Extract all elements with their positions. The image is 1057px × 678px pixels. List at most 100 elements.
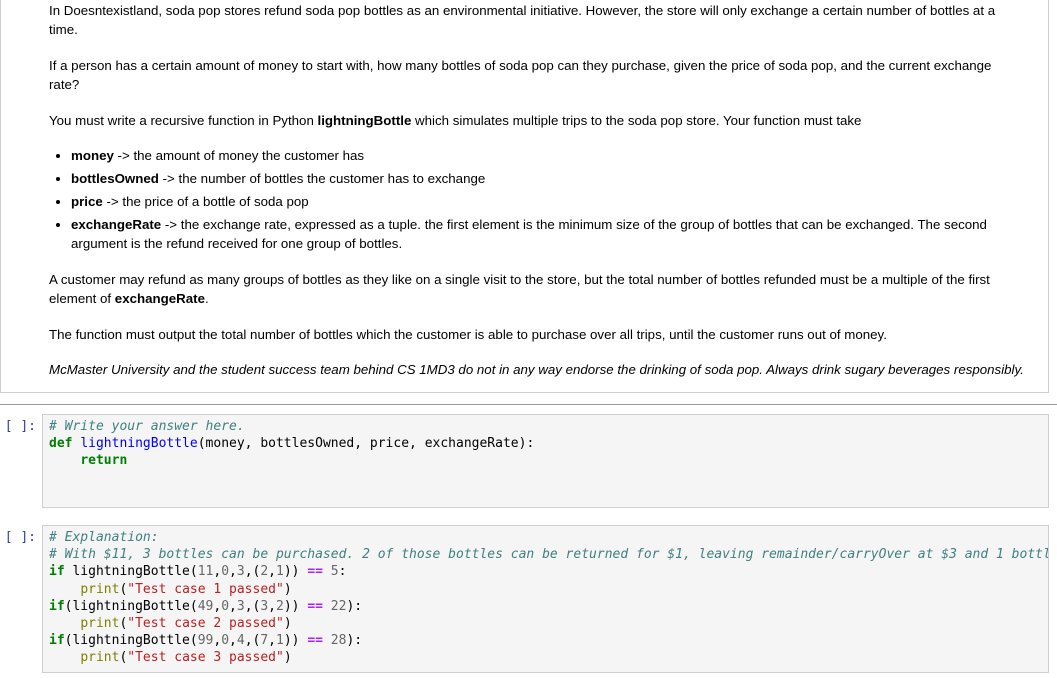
code-token-number: 2 bbox=[260, 564, 269, 580]
code-token-number: 11 bbox=[197, 564, 214, 580]
cell-divider bbox=[0, 404, 1057, 405]
code-token-keyword: def bbox=[49, 436, 73, 452]
code-token-plain: , bbox=[268, 598, 276, 614]
param-desc-price: -> the price of a bottle of soda pop bbox=[102, 194, 309, 210]
param-name-price: price bbox=[71, 194, 103, 210]
function-requirement-suffix: which simulates multiple trips to the so… bbox=[411, 112, 862, 128]
param-desc-bottlesowned: -> the number of bottles the customer ha… bbox=[158, 171, 486, 187]
code-token-builtin: print bbox=[80, 650, 120, 666]
code-token-comment: # Explanation: bbox=[49, 530, 159, 545]
code-token-plain: , bbox=[229, 598, 237, 614]
refund-rule-code-exchangerate: exchangeRate bbox=[114, 290, 205, 306]
parameter-list: money -> the amount of money the custome… bbox=[49, 147, 1040, 253]
list-item: money -> the amount of money the custome… bbox=[71, 147, 1040, 166]
list-item: exchangeRate -> the exchange rate, expre… bbox=[71, 216, 1040, 254]
code-token-builtin: print bbox=[80, 581, 120, 597]
param-name-bottlesowned: bottlesOwned bbox=[71, 171, 159, 187]
code-token-plain: ,( bbox=[244, 633, 261, 649]
param-name-money: money bbox=[71, 148, 114, 164]
code-token-number: 3 bbox=[236, 598, 245, 614]
code-token-plain: , bbox=[268, 633, 276, 649]
code-token-string: "Test case 2 passed" bbox=[127, 616, 284, 632]
execution-count-prompt: [ ]: bbox=[4, 419, 36, 434]
code-token-plain: ,( bbox=[244, 598, 261, 614]
code-token-number: 4 bbox=[236, 633, 245, 649]
code-editor-area[interactable]: # Write your answer here. def lightningB… bbox=[42, 414, 1049, 508]
code-token-plain: ): bbox=[346, 633, 363, 649]
refund-rule-suffix: . bbox=[204, 290, 209, 306]
code-token-number: 3 bbox=[236, 564, 245, 580]
code-token-number: 7 bbox=[260, 633, 269, 649]
code-token-plain: )) bbox=[283, 598, 308, 614]
intro-paragraph-1: In Doesntexistland, soda pop stores refu… bbox=[49, 3, 996, 37]
code-token-number: 22 bbox=[330, 598, 347, 614]
code-cell-answer[interactable]: [ ]: # Write your answer here. def light… bbox=[0, 414, 1057, 508]
code-cell-tests[interactable]: [ ]: # Explanation: # With $11, 3 bottle… bbox=[0, 525, 1057, 673]
code-token-keyword: if bbox=[49, 598, 65, 614]
code-token-plain: ) bbox=[283, 616, 292, 632]
code-token-comment: # Write your answer here. bbox=[49, 419, 245, 434]
code-source[interactable]: # Write your answer here. def lightningB… bbox=[49, 418, 1044, 470]
jupyter-notebook-page: In Doesntexistland, soda pop stores refu… bbox=[0, 0, 1057, 678]
code-token-number: 2 bbox=[276, 598, 284, 614]
code-token-keyword: if bbox=[49, 564, 65, 580]
code-token-number: 0 bbox=[221, 564, 230, 580]
code-token-number: 3 bbox=[260, 598, 269, 614]
markdown-cell-body: In Doesntexistland, soda pop stores refu… bbox=[1, 2, 1048, 380]
disclaimer-paragraph: McMaster University and the student succ… bbox=[49, 362, 1024, 378]
param-name-exchangerate: exchangeRate bbox=[71, 217, 162, 232]
code-token-builtin: print bbox=[80, 616, 120, 632]
code-token-func: lightningBottle bbox=[80, 436, 198, 452]
code-token-plain: (money, bottlesOwned, price, exchangeRat… bbox=[197, 436, 535, 452]
code-token-number: 1 bbox=[276, 564, 284, 580]
function-requirement-paragraph: You must write a recursive function in P… bbox=[49, 112, 1024, 131]
code-token-operator: == bbox=[307, 564, 323, 580]
code-token-plain: : bbox=[338, 564, 347, 580]
function-name-lightningbottle: lightningBottle bbox=[317, 112, 412, 128]
code-token-string: "Test case 3 passed" bbox=[127, 650, 284, 666]
code-token-plain: lightningBottle( bbox=[64, 564, 198, 580]
code-token-number: 0 bbox=[221, 598, 230, 614]
code-token-plain: ,( bbox=[244, 564, 261, 580]
code-token-plain: )) bbox=[283, 633, 308, 649]
list-item: bottlesOwned -> the number of bottles th… bbox=[71, 170, 1040, 189]
code-token-plain: (lightningBottle( bbox=[64, 598, 198, 614]
function-requirement-prefix: You must write a recursive function in P… bbox=[49, 112, 318, 128]
code-editor-area[interactable]: # Explanation: # With $11, 3 bottles can… bbox=[42, 525, 1049, 673]
param-desc-money: -> the amount of money the customer has bbox=[113, 148, 365, 164]
code-token-plain: ): bbox=[346, 598, 363, 614]
code-source[interactable]: # Explanation: # With $11, 3 bottles can… bbox=[49, 529, 1048, 667]
code-token-plain: )) bbox=[283, 564, 308, 580]
code-token-number: 1 bbox=[276, 633, 284, 649]
output-requirement-paragraph: The function must output the total numbe… bbox=[49, 326, 887, 342]
markdown-cell[interactable]: In Doesntexistland, soda pop stores refu… bbox=[0, 0, 1049, 394]
code-token-number: 99 bbox=[197, 633, 214, 649]
list-item: price -> the price of a bottle of soda p… bbox=[71, 193, 1040, 212]
code-token-string: "Test case 1 passed" bbox=[127, 581, 284, 597]
param-desc-exchangerate: -> the exchange rate, expressed as a tup… bbox=[71, 217, 987, 251]
code-token-plain: ) bbox=[283, 581, 292, 597]
refund-rule-paragraph: A customer may refund as many groups of … bbox=[49, 271, 1024, 309]
code-token-keyword: if bbox=[49, 633, 65, 649]
code-token-comment: # With $11, 3 bottles can be purchased. … bbox=[49, 547, 1049, 563]
code-token-operator: == bbox=[307, 633, 323, 649]
code-token-plain: , bbox=[229, 564, 237, 580]
code-token-number: 0 bbox=[221, 633, 230, 649]
code-token-plain: ) bbox=[283, 650, 292, 666]
execution-count-prompt: [ ]: bbox=[4, 530, 36, 545]
code-token-number: 5 bbox=[330, 564, 339, 580]
code-token-number: 28 bbox=[330, 633, 347, 649]
code-token-plain: (lightningBottle( bbox=[64, 633, 198, 649]
code-token-number: 49 bbox=[197, 598, 214, 614]
code-token-operator: == bbox=[307, 598, 323, 614]
code-token-plain: , bbox=[268, 564, 276, 580]
intro-paragraph-2: If a person has a certain amount of mone… bbox=[49, 57, 992, 92]
code-token-plain: , bbox=[229, 633, 237, 649]
